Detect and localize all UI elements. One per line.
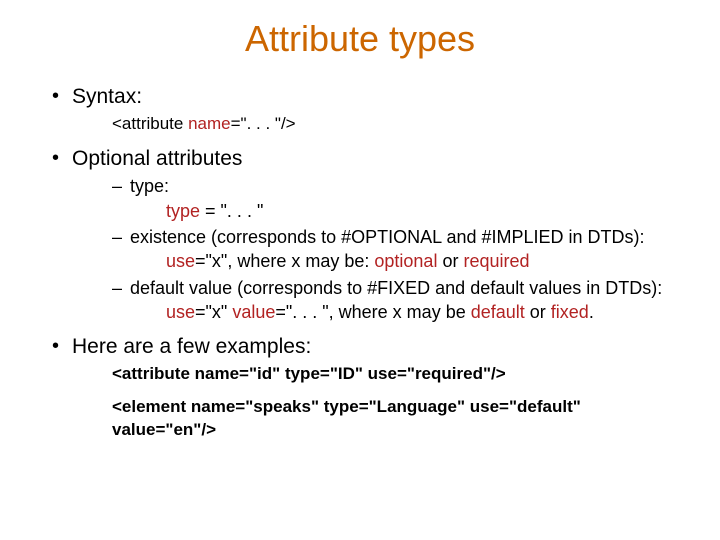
sub-existence-label: existence (corresponds to #OPTIONAL and …	[130, 227, 645, 247]
use-keyword-2: use	[166, 302, 195, 322]
bullet-list: Syntax: <attribute name=". . . "/> Optio…	[48, 84, 672, 442]
sub-type-label: type:	[130, 176, 169, 196]
fixed-value: fixed	[551, 302, 589, 322]
value-keyword: value	[232, 302, 275, 322]
sub-default-label: default value (corresponds to #FIXED and…	[130, 278, 662, 298]
optional-label: Optional attributes	[72, 147, 242, 170]
sub-existence: existence (corresponds to #OPTIONAL and …	[112, 225, 672, 274]
default-value: default	[471, 302, 525, 322]
default-mid2: =". . . ", where x may be	[275, 302, 470, 322]
type-expr-post: = ". . . "	[200, 201, 263, 221]
sub-default-expr: use="x" value=". . . ", where x may be d…	[130, 300, 672, 324]
existence-or: or	[437, 251, 463, 271]
code-open: <attribute	[112, 114, 188, 133]
sub-existence-expr: use="x", where x may be: optional or req…	[130, 249, 672, 273]
example-line-1: <attribute name="id" type="ID" use="requ…	[72, 363, 672, 386]
syntax-code: <attribute name=". . . "/>	[72, 113, 672, 136]
bullet-examples: Here are a few examples: <attribute name…	[48, 334, 672, 442]
code-rest: =". . . "/>	[231, 114, 296, 133]
code-attr-name: name	[188, 114, 231, 133]
sub-type: type: type = ". . . "	[112, 174, 672, 223]
default-or: or	[525, 302, 551, 322]
bullet-optional: Optional attributes type: type = ". . . …	[48, 146, 672, 324]
sub-default: default value (corresponds to #FIXED and…	[112, 276, 672, 325]
default-mid1: ="x"	[195, 302, 232, 322]
optional-sublist: type: type = ". . . " existence (corresp…	[112, 174, 672, 324]
slide: Attribute types Syntax: <attribute name=…	[0, 0, 720, 442]
default-period: .	[589, 302, 594, 322]
optional-value: optional	[374, 251, 437, 271]
example-line-2: <element name="speaks" type="Language" u…	[72, 396, 672, 442]
syntax-label: Syntax:	[72, 85, 142, 108]
slide-title: Attribute types	[48, 18, 672, 60]
examples-label: Here are a few examples:	[72, 335, 311, 358]
use-keyword-1: use	[166, 251, 195, 271]
required-value: required	[463, 251, 529, 271]
bullet-syntax: Syntax: <attribute name=". . . "/>	[48, 84, 672, 136]
existence-mid: ="x", where x may be:	[195, 251, 374, 271]
sub-type-expr: type = ". . . "	[130, 199, 672, 223]
type-keyword: type	[166, 201, 200, 221]
